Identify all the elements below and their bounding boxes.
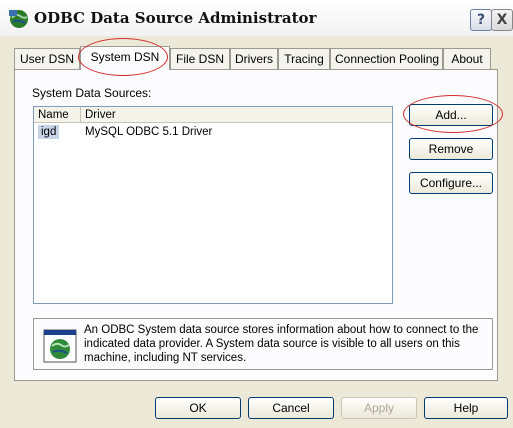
apply-button[interactable]: Apply	[341, 397, 417, 419]
tab-drivers[interactable]: Drivers	[230, 48, 278, 69]
odbc-app-icon	[9, 10, 28, 28]
row-name[interactable]: igd	[38, 125, 60, 139]
help-button[interactable]: Help	[424, 397, 508, 419]
column-header-name[interactable]: Name	[34, 107, 81, 123]
configure-button[interactable]: Configure...	[409, 172, 493, 194]
tab-system-dsn[interactable]: System DSN	[80, 46, 170, 70]
tab-user-dsn[interactable]: User DSN	[14, 48, 80, 69]
add-button[interactable]: Add...	[409, 104, 493, 126]
window-title: ODBC Data Source Administrator	[34, 9, 317, 27]
question-mark-icon: ?	[476, 12, 486, 28]
ok-button[interactable]: OK	[155, 397, 241, 419]
title-bar: ODBC Data Source Administrator ? X	[0, 0, 513, 36]
column-header-driver[interactable]: Driver	[81, 107, 392, 123]
tab-file-dsn[interactable]: File DSN	[170, 48, 230, 69]
tab-tracing[interactable]: Tracing	[278, 48, 330, 69]
tab-about[interactable]: About	[443, 48, 491, 69]
close-button[interactable]: X	[491, 9, 513, 31]
help-title-button[interactable]: ?	[470, 9, 492, 31]
data-sources-list[interactable]: Name Driver igd MySQL ODBC 5.1 Driver	[33, 106, 393, 304]
row-driver: MySQL ODBC 5.1 Driver	[85, 126, 213, 138]
info-description: An ODBC System data source stores inform…	[84, 324, 479, 364]
system-data-sources-label: System Data Sources:	[32, 86, 152, 100]
odbc-globe-icon	[43, 329, 77, 363]
info-box: An ODBC System data source stores inform…	[33, 318, 493, 370]
tab-connection-pooling[interactable]: Connection Pooling	[330, 48, 443, 69]
close-icon: X	[496, 12, 508, 28]
remove-button[interactable]: Remove	[409, 138, 493, 160]
cancel-button[interactable]: Cancel	[248, 397, 334, 419]
